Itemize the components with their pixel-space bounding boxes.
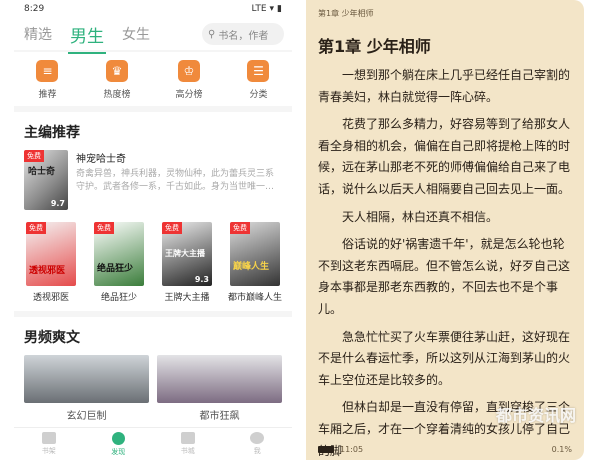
tab-female[interactable]: 女生: [120, 20, 152, 48]
recommend-icon: ≡: [36, 60, 59, 82]
bottom-nav: 书架 发现 书城 我: [14, 427, 292, 460]
featured-cover-text: 哈士奇: [28, 167, 56, 177]
book-item[interactable]: 免费 绝品狂少 绝品狂少: [92, 222, 146, 303]
male-section: 男频爽文 玄幻巨制 都市狂飙: [14, 317, 292, 430]
status-time: 8:29: [24, 4, 45, 14]
compass-icon: [111, 431, 125, 445]
book-title: 绝品狂少: [100, 293, 137, 303]
user-icon: [250, 432, 265, 444]
store-icon: [180, 432, 195, 444]
top-tabs: 精选 男生 女生 ⚲ 书名，作者: [14, 18, 292, 54]
tab-featured[interactable]: 精选: [22, 20, 54, 48]
nav-me[interactable]: 我: [250, 432, 265, 456]
tab-male[interactable]: 男生: [68, 18, 106, 54]
featured-description: 奇禽异兽，神兵利器，灵物仙种，此为蕾兵灵三系守护。武者各修一系，千古如此。身为当…: [76, 169, 275, 192]
book-cover: 免费 王牌大主播 9.3: [162, 222, 212, 286]
male-cover: [24, 355, 149, 403]
book-title: 王牌大主播: [164, 293, 210, 303]
featured-cover: 免费 哈士奇 9.7: [24, 150, 68, 210]
male-item-title: 玄幻巨制: [66, 411, 107, 422]
network-label: LTE: [251, 4, 267, 14]
category-classify[interactable]: ☰ 分类: [247, 60, 270, 100]
featured-book[interactable]: 免费 哈士奇 9.7 神宠哈士奇 奇禽异兽，神兵利器，灵物仙种，此为蕾兵灵三系守…: [24, 150, 282, 210]
book-item[interactable]: 免费 透视邪医 透视邪医: [24, 222, 78, 303]
trophy-icon: ♛: [105, 60, 128, 82]
editor-recommend-section: 主编推荐 免费 哈士奇 9.7 神宠哈士奇 奇禽异兽，神兵利器，灵物仙种，此为蕾…: [14, 112, 292, 311]
category-score[interactable]: ♔ 高分榜: [175, 60, 202, 100]
book-item[interactable]: 免费 巅峰人生 都市巅峰人生: [228, 222, 282, 303]
paragraph: 一想到那个躺在床上几乎已经任自己宰割的青春美妇，林白就觉得一阵心碎。: [318, 68, 571, 104]
reader-screen: 第1章 少年相师 第1章 少年相师 一想到那个躺在床上几乎已经任自己宰割的青春美…: [306, 0, 584, 460]
book-cover: 免费 巅峰人生: [230, 222, 280, 286]
battery-icon: [318, 446, 334, 453]
search-input[interactable]: ⚲ 书名，作者: [202, 23, 284, 45]
reader-footer: 11:05 0.1%: [318, 445, 572, 454]
watermark-logo: 都市资讯网: [495, 406, 576, 425]
reader-header: 第1章 少年相师: [318, 9, 374, 18]
male-item[interactable]: 都市狂飙: [157, 355, 282, 422]
paragraph: 花费了那么多精力，好容易等到了给那女人看全身相的机会，偏偏在自己即将提枪上阵的时…: [318, 117, 571, 196]
male-item[interactable]: 玄幻巨制: [24, 355, 149, 422]
category-hot[interactable]: ♛ 热度榜: [103, 60, 130, 100]
battery-icon: ▮: [277, 4, 282, 14]
chapter-title: 第1章 少年相师: [318, 37, 431, 56]
reader-time: 11:05: [340, 445, 364, 454]
featured-title: 神宠哈士奇: [76, 154, 126, 165]
section-title: 男频爽文: [24, 330, 80, 346]
male-item-title: 都市狂飙: [199, 411, 240, 422]
featured-rating: 9.7: [50, 199, 65, 208]
book-cover: 免费 绝品狂少: [94, 222, 144, 286]
nav-bookshelf[interactable]: 书架: [41, 432, 56, 456]
male-cover: [157, 355, 282, 403]
signal-icon: ▾: [269, 4, 275, 14]
book-cover: 免费 透视邪医: [26, 222, 76, 286]
free-badge: 免费: [24, 150, 44, 162]
book-title: 透视邪医: [32, 293, 69, 303]
layers-icon: ☰: [247, 60, 270, 82]
crown-icon: ♔: [177, 60, 200, 82]
search-icon: ⚲: [208, 28, 216, 40]
nav-bookstore[interactable]: 书城: [180, 432, 195, 456]
book-grid: 免费 透视邪医 透视邪医 免费 绝品狂少 绝品狂少 免费 王牌大主播 9.3 王…: [24, 222, 282, 303]
category-recommend[interactable]: ≡ 推荐: [36, 60, 59, 100]
section-title: 主编推荐: [24, 125, 80, 141]
bookstore-screen: 8:29 LTE ▾ ▮ 精选 男生 女生 ⚲ 书名，作者 ≡ 推荐 ♛ 热度榜…: [14, 0, 292, 460]
search-placeholder: 书名，作者: [218, 30, 269, 42]
reading-progress: 0.1%: [551, 445, 572, 454]
category-row: ≡ 推荐 ♛ 热度榜 ♔ 高分榜 ☰ 分类: [14, 52, 292, 106]
paragraph: 急急忙忙买了火车票便往茅山赶，这好现在不是什么春运忙季，所以这列从江海到茅山的火…: [318, 329, 571, 387]
reader-body[interactable]: 一想到那个躺在床上几乎已经任自己宰割的青春美妇，林白就觉得一阵心碎。 花费了那么…: [306, 65, 584, 460]
nav-discover[interactable]: 发现: [111, 431, 125, 457]
bookshelf-icon: [41, 432, 56, 444]
paragraph: 天人相隔，林白还真不相信。: [342, 209, 499, 224]
male-grid: 玄幻巨制 都市狂飙: [24, 355, 282, 422]
status-bar: 8:29 LTE ▾ ▮: [14, 0, 292, 18]
paragraph: 俗话说的好'祸害遗千年'，就是怎么轮也轮不到这老东西嗝屁。但不管怎么说，好歹自己…: [318, 237, 571, 316]
book-title: 都市巅峰人生: [228, 293, 283, 303]
book-item[interactable]: 免费 王牌大主播 9.3 王牌大主播: [160, 222, 214, 303]
